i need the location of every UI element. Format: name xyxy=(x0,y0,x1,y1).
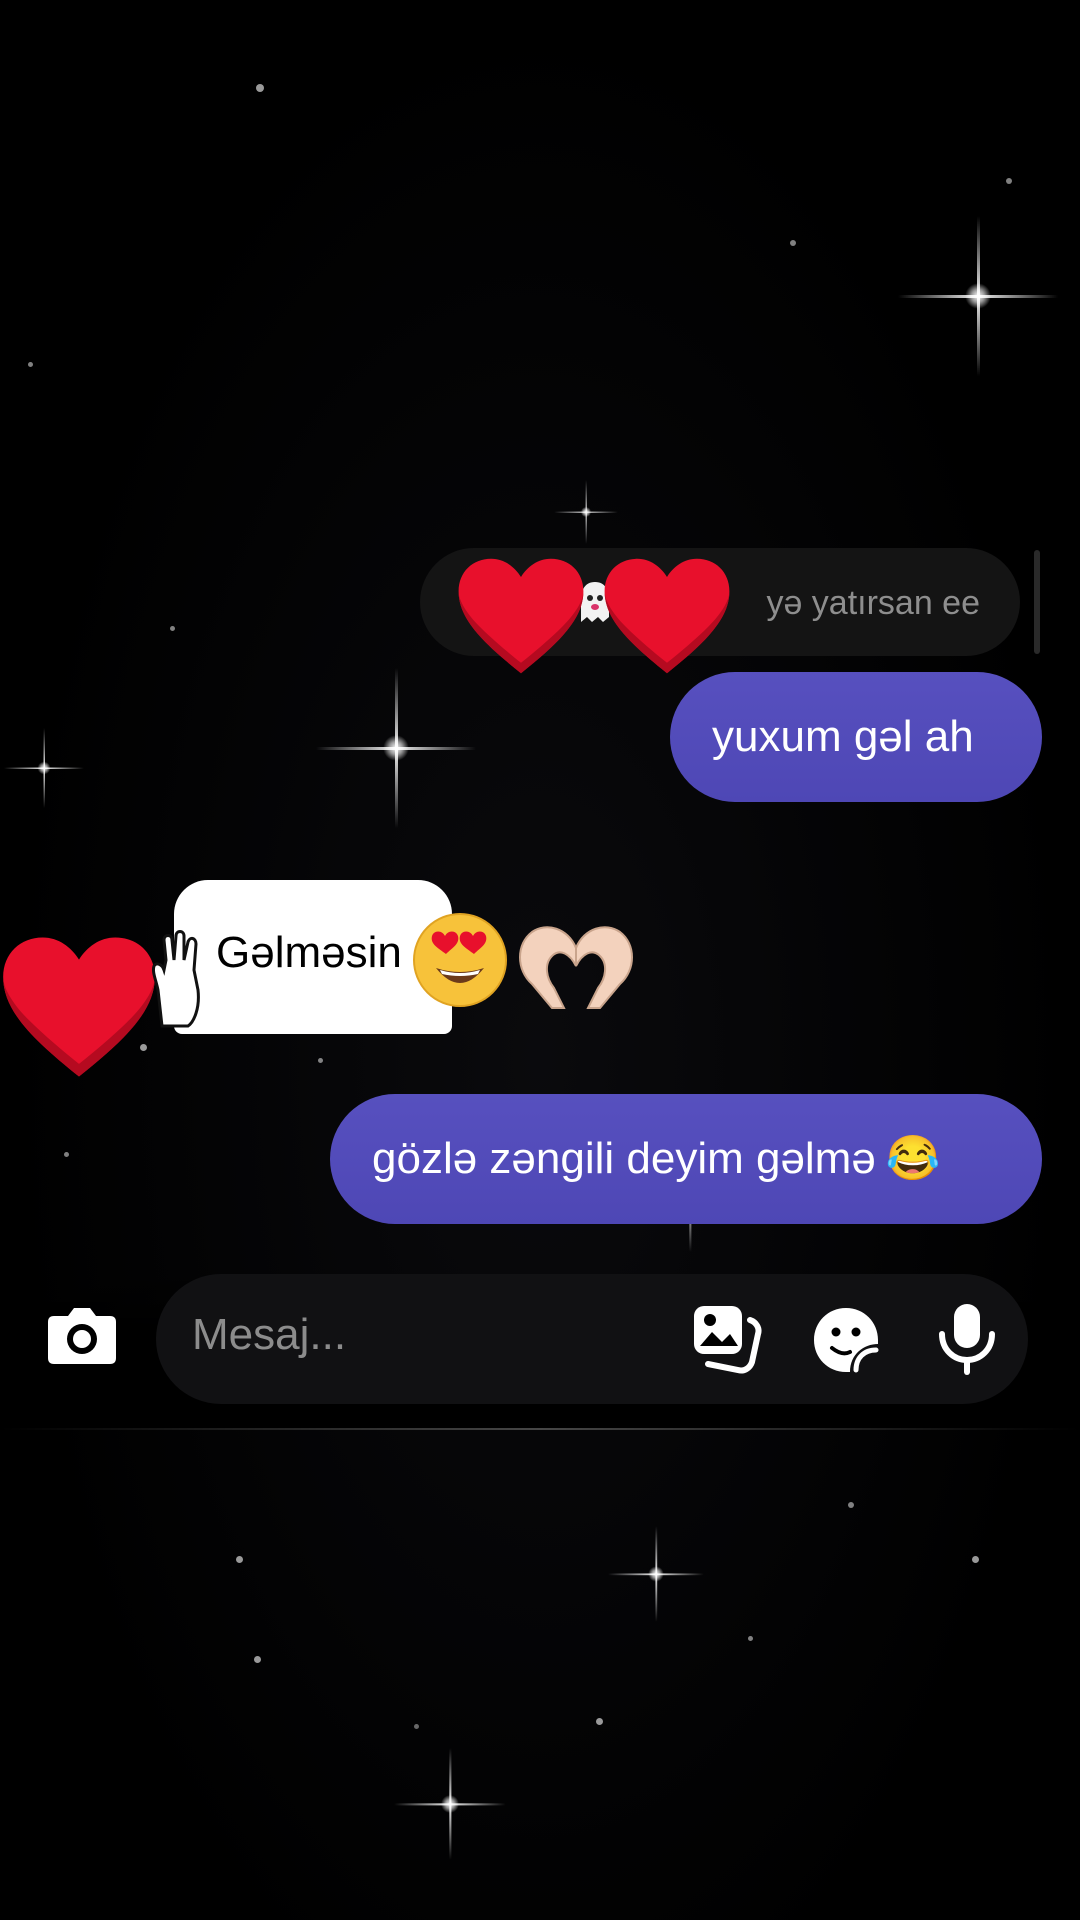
message-bubble-outgoing[interactable]: yuxum gəl ah xyxy=(670,672,1042,802)
message-text: yuxum gəl ah xyxy=(712,712,974,761)
star xyxy=(318,1058,323,1063)
sparkle xyxy=(898,216,1058,376)
sparkle xyxy=(394,1748,506,1860)
gallery-icon[interactable] xyxy=(692,1304,762,1374)
sparkle xyxy=(4,728,84,808)
tears-of-joy-emoji: 😂 xyxy=(885,1134,941,1183)
heart-icon xyxy=(458,558,584,674)
heart-eyes-emoji xyxy=(413,913,507,1007)
star xyxy=(236,1556,243,1563)
star xyxy=(1006,178,1012,184)
message-text: gözlə zəngili deyim gəlmə xyxy=(372,1134,876,1183)
sparkle xyxy=(554,480,618,544)
divider xyxy=(0,1428,1080,1430)
sticker-icon[interactable] xyxy=(812,1306,880,1374)
reply-indicator-bar xyxy=(1034,550,1040,654)
message-input-placeholder: Mesaj... xyxy=(192,1310,347,1359)
star xyxy=(972,1556,979,1563)
message-bubble-outgoing[interactable]: gözlə zəngili deyim gəlmə 😂 xyxy=(330,1094,1042,1224)
reply-preview-text: yə yatırsan ee xyxy=(766,584,980,622)
chat-screen: yə yatırsan ee yuxum gəl ah Gəlməsin göz… xyxy=(0,0,1080,1920)
sparkle xyxy=(316,668,476,828)
star xyxy=(414,1724,419,1729)
star xyxy=(256,84,264,92)
camera-icon[interactable] xyxy=(46,1300,118,1372)
mic-icon[interactable] xyxy=(934,1302,1000,1376)
hand-icon xyxy=(152,930,200,1028)
heart-hands-icon xyxy=(519,926,633,1009)
sparkle xyxy=(608,1526,704,1622)
heart-icon xyxy=(604,558,730,674)
heart-icon xyxy=(3,937,155,1077)
star xyxy=(748,1636,753,1641)
star xyxy=(28,362,33,367)
star xyxy=(170,626,175,631)
star xyxy=(254,1656,261,1663)
star xyxy=(790,240,796,246)
star xyxy=(64,1152,69,1157)
message-text: Gəlməsin xyxy=(216,928,402,977)
star xyxy=(596,1718,603,1725)
star xyxy=(848,1502,854,1508)
